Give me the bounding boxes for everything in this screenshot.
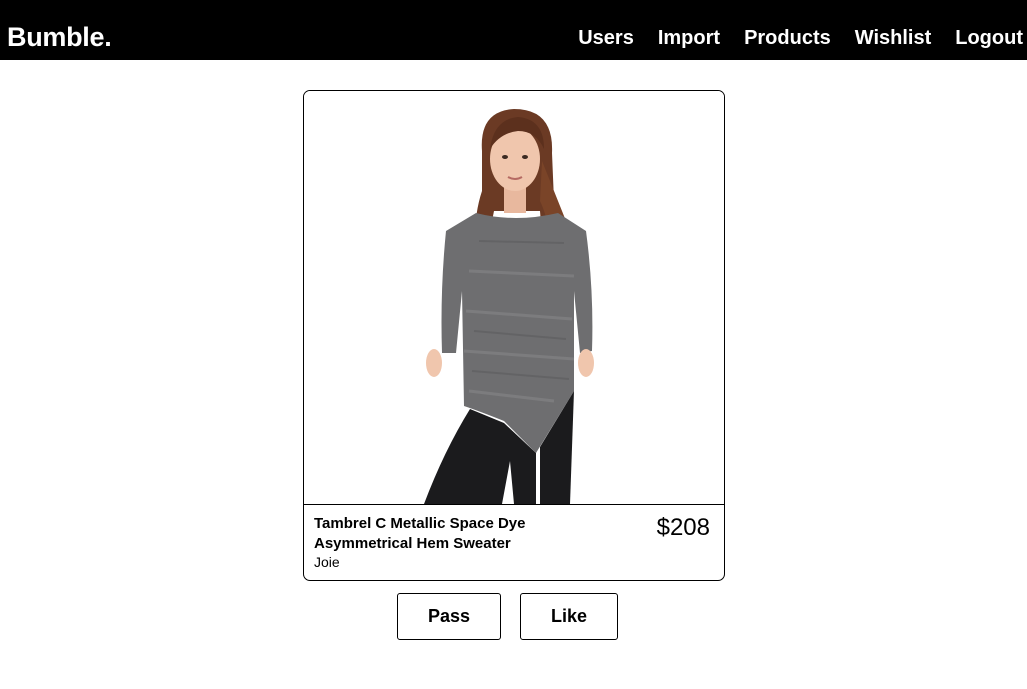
product-price: $208 xyxy=(656,514,710,541)
pass-button[interactable]: Pass xyxy=(397,593,501,640)
nav-link-wishlist[interactable]: Wishlist xyxy=(855,22,932,54)
nav-link-products[interactable]: Products xyxy=(744,22,831,54)
product-image xyxy=(304,91,724,505)
nav-link-users[interactable]: Users xyxy=(578,22,634,54)
top-navigation-bar: Bumble. Users Import Products Wishlist L… xyxy=(0,0,1027,60)
product-info: Tambrel C Metallic Space Dye Asymmetrica… xyxy=(314,514,714,570)
nav-link-import[interactable]: Import xyxy=(658,22,720,54)
product-card: Tambrel C Metallic Space Dye Asymmetrica… xyxy=(303,90,725,581)
model-photo-illustration xyxy=(304,91,724,504)
product-name: Tambrel C Metallic Space Dye Asymmetrica… xyxy=(314,515,526,552)
like-button[interactable]: Like xyxy=(520,593,618,640)
product-brand: Joie xyxy=(314,554,340,570)
brand-logo[interactable]: Bumble. xyxy=(7,20,112,54)
nav-link-logout[interactable]: Logout xyxy=(955,22,1023,54)
main-nav: Users Import Products Wishlist Logout xyxy=(554,22,1023,54)
